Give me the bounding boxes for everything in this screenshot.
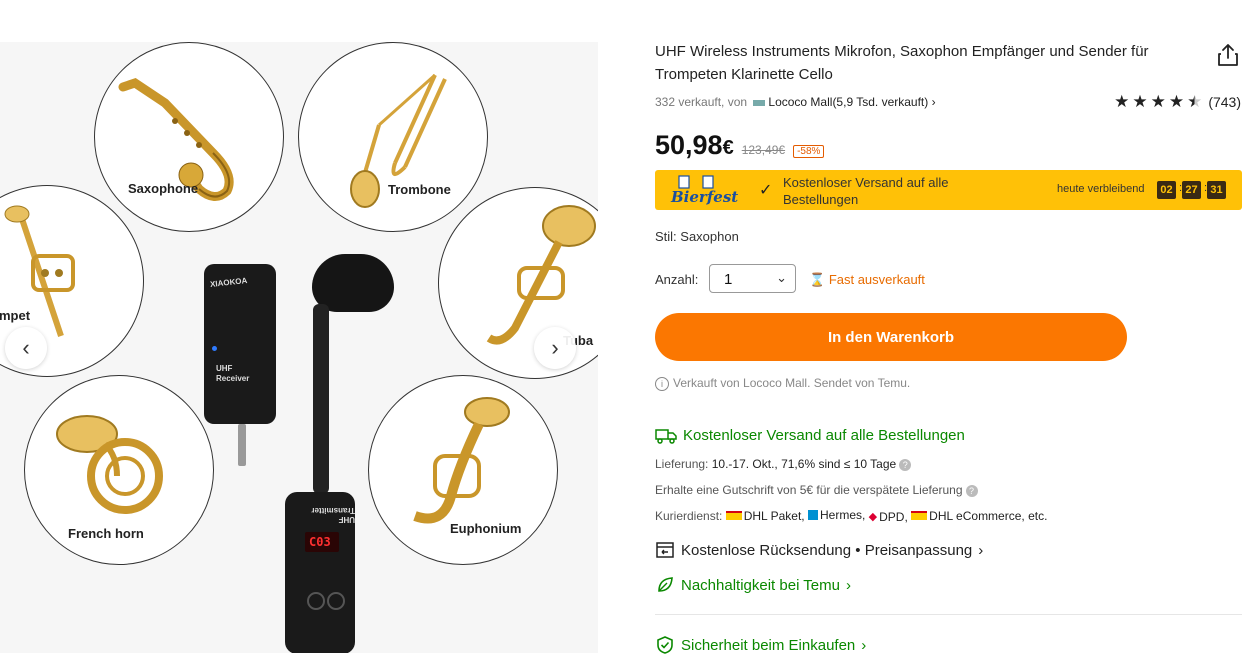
check-icon: ✓ bbox=[759, 182, 773, 199]
countdown-seconds: 31 bbox=[1207, 181, 1226, 199]
euphonium-label: Euphonium bbox=[450, 521, 522, 536]
original-price: 123,49€ bbox=[741, 143, 786, 157]
hermes-logo-icon bbox=[807, 510, 818, 520]
chevron-right-icon: › bbox=[861, 636, 867, 654]
shield-icon bbox=[657, 636, 673, 654]
receiver-jack bbox=[238, 424, 246, 466]
quantity-row: Anzahl: 1 ⌄ ⌛ Fast ausverkauft bbox=[655, 263, 1055, 295]
sustainability-link[interactable]: Nachhaltigkeit bei Temu › bbox=[655, 575, 851, 595]
info-icon: i bbox=[655, 377, 669, 391]
gallery-next-button[interactable]: › bbox=[534, 327, 576, 369]
sold-count: 332 verkauft, von bbox=[655, 95, 748, 109]
bierfest-logo: Bierfest bbox=[665, 174, 741, 206]
star-icon: ★ bbox=[1114, 92, 1130, 111]
chevron-left-icon: ‹ bbox=[22, 335, 30, 360]
carrier-dpd: ◆ DPD, bbox=[868, 509, 908, 524]
carrier-hermes: Hermes, bbox=[807, 508, 865, 522]
transmitter-display: C03 bbox=[305, 532, 339, 552]
return-box-icon bbox=[656, 542, 674, 558]
store-link[interactable]: Lococo Mall(5,9 Tsd. verkauft) › bbox=[750, 95, 936, 109]
transmitter-device: UHF Transmitter C03 bbox=[285, 492, 355, 653]
add-to-cart-button[interactable]: In den Warenkorb bbox=[655, 313, 1127, 361]
transmitter-button bbox=[307, 592, 325, 610]
dhl-logo-icon bbox=[911, 511, 928, 520]
star-icon: ★ bbox=[1150, 92, 1166, 111]
delivery-info: Lieferung: 10.-17. Okt., 71,6% sind ≤ 10… bbox=[655, 457, 912, 471]
price-row: 50,98€ 123,49€ -58% bbox=[655, 130, 825, 161]
current-price: 50,98€ bbox=[655, 130, 734, 160]
carrier-dhl-ecommerce: DHL eCommerce, etc. bbox=[911, 509, 1047, 523]
status-led bbox=[212, 346, 217, 351]
dhl-logo-icon bbox=[725, 511, 742, 520]
hourglass-icon: ⌛ bbox=[809, 272, 826, 287]
truck-icon bbox=[655, 428, 677, 444]
star-half-icon: ★ bbox=[1187, 92, 1203, 111]
trumpet-label: mpet bbox=[0, 308, 31, 323]
gallery-prev-button[interactable]: ‹ bbox=[5, 327, 47, 369]
seller-info: i Verkauft von Lococo Mall. Sendet von Te… bbox=[655, 376, 910, 391]
countdown-hours: 02 bbox=[1157, 181, 1176, 199]
transmitter-button bbox=[327, 592, 345, 610]
product-image-gallery[interactable]: Saxophone Trombone mpet Tuba French horn… bbox=[0, 42, 598, 653]
chevron-down-icon: ⌄ bbox=[776, 270, 787, 285]
transmitter-label: UHF Transmitter bbox=[311, 506, 355, 524]
french-horn-label: French horn bbox=[68, 526, 144, 541]
euphonium-circle: Euphonium bbox=[368, 375, 558, 565]
product-title: UHF Wireless Instruments Mikrofon, Saxop… bbox=[655, 43, 1149, 83]
chevron-right-icon: › bbox=[551, 335, 559, 360]
carrier-dhl: DHL Paket, bbox=[725, 509, 805, 523]
product-image: Saxophone Trombone mpet Tuba French horn… bbox=[0, 42, 598, 653]
help-icon[interactable]: ? bbox=[965, 484, 978, 497]
chevron-right-icon: › bbox=[978, 541, 984, 559]
share-icon bbox=[1218, 44, 1238, 66]
receiver-device: XIAOKOA UHF Receiver bbox=[204, 264, 276, 424]
review-count: (743) bbox=[1208, 94, 1241, 110]
star-icon: ★ bbox=[1168, 92, 1185, 111]
courier-info: Kurierdienst: DHL Paket, Hermes, ◆ DPD, D… bbox=[655, 508, 1048, 524]
svg-text:Bierfest: Bierfest bbox=[670, 188, 738, 206]
promo-text: Kostenloser Versand auf alle Bestellunge… bbox=[783, 175, 949, 207]
quantity-select[interactable]: 1 ⌄ bbox=[709, 264, 796, 293]
share-button[interactable] bbox=[1215, 42, 1241, 68]
stock-warning: ⌛ Fast ausverkauft bbox=[809, 272, 925, 287]
microphone-gooseneck bbox=[313, 304, 329, 494]
promo-banner: Bierfest ✓ Kostenloser Versand auf alle … bbox=[655, 170, 1242, 210]
voucher-info: Erhalte eine Gutschrift von 5€ für die v… bbox=[655, 483, 978, 497]
returns-link[interactable]: Kostenlose Rücksendung • Preisanpassung … bbox=[655, 541, 983, 559]
receiver-brand: XIAOKOA bbox=[209, 276, 248, 289]
quantity-value: 1 bbox=[724, 271, 733, 288]
quantity-label: Anzahl: bbox=[655, 272, 699, 287]
sold-count-row: 332 verkauft, von Lococo Mall(5,9 Tsd. v… bbox=[655, 95, 936, 109]
chevron-right-icon: › bbox=[845, 576, 851, 594]
countdown-label: heute verbleibend bbox=[1057, 183, 1145, 195]
selected-style: Stil: Saxophon bbox=[655, 229, 739, 244]
rating[interactable]: ★ ★ ★ ★ ★ (743) bbox=[1114, 92, 1241, 112]
discount-badge: -58% bbox=[793, 145, 825, 158]
help-icon[interactable]: ? bbox=[899, 458, 912, 471]
dpd-logo-icon: ◆ bbox=[868, 511, 878, 523]
leaf-icon bbox=[658, 577, 673, 592]
receiver-label: UHF Receiver bbox=[216, 364, 250, 383]
star-icon: ★ bbox=[1132, 92, 1148, 111]
french-horn-circle: French horn bbox=[24, 375, 214, 565]
countdown-minutes: 27 bbox=[1182, 181, 1201, 199]
free-shipping-link[interactable]: Kostenloser Versand auf alle Bestellunge… bbox=[655, 427, 965, 444]
divider bbox=[655, 614, 1242, 615]
store-icon bbox=[753, 99, 766, 106]
security-link[interactable]: Sicherheit beim Einkaufen › bbox=[655, 635, 866, 655]
